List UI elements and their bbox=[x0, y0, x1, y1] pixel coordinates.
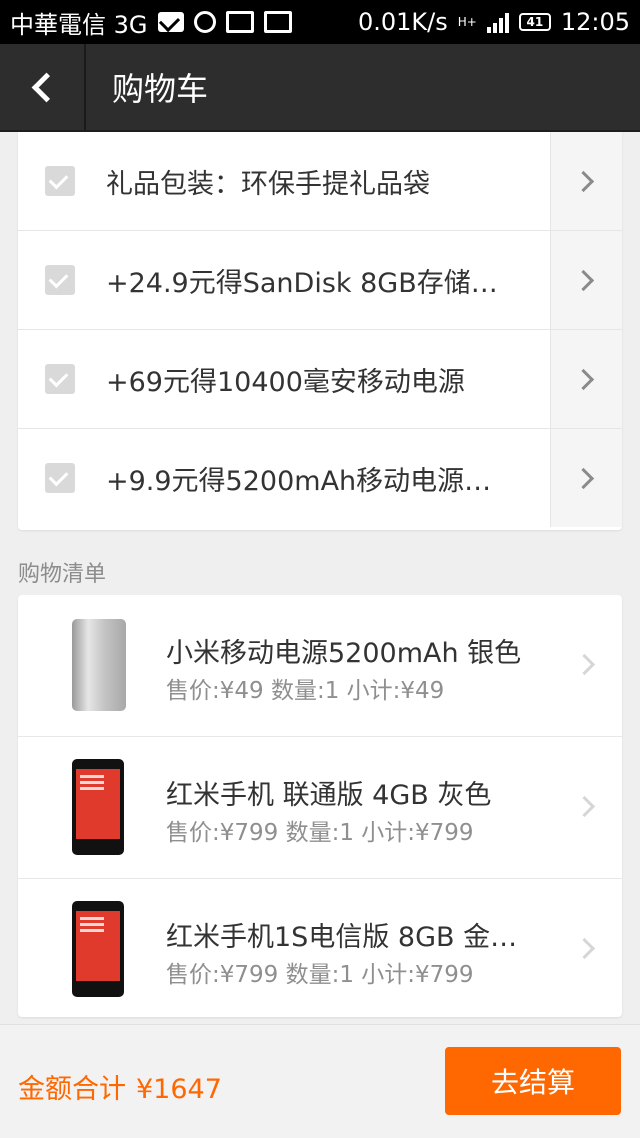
checkout-bar: 金额合计 ¥1647 去结算 bbox=[0, 1024, 640, 1138]
chevron-right-icon bbox=[573, 937, 596, 960]
chevron-right-icon bbox=[572, 170, 595, 192]
promotion-detail-button[interactable] bbox=[550, 330, 622, 428]
chevron-right-icon bbox=[572, 368, 595, 390]
chevron-right-icon bbox=[573, 795, 596, 818]
shopping-list-heading: 购物清单 bbox=[18, 562, 107, 587]
promotion-label: +24.9元得SanDisk 8GB存储… bbox=[106, 267, 498, 299]
status-bar: 中華電信 3G 0.01K/s H+ 41 12:05 bbox=[0, 0, 640, 44]
shopping-list-card: 小米移动电源5200mAh 银色 售价:¥49 数量:1 小计:¥49 红米手机… bbox=[18, 595, 622, 1017]
product-price-info: 售价:¥49 数量:1 小计:¥49 bbox=[166, 678, 445, 704]
order-total: 金额合计 ¥1647 bbox=[18, 1067, 222, 1106]
cart-item[interactable]: 红米手机 联通版 4GB 灰色 售价:¥799 数量:1 小计:¥799 bbox=[18, 737, 622, 879]
chat-notification-icon bbox=[193, 11, 216, 33]
promotion-detail-button[interactable] bbox=[550, 132, 622, 230]
promotion-row[interactable]: +24.9元得SanDisk 8GB存储… bbox=[18, 231, 622, 330]
chevron-right-icon bbox=[573, 653, 596, 676]
promotion-label: +9.9元得5200mAh移动电源… bbox=[106, 465, 492, 497]
network-speed: 0.01K/s bbox=[357, 8, 448, 36]
checkout-button[interactable]: 去结算 bbox=[445, 1047, 621, 1115]
promotion-row[interactable]: +69元得10400毫安移动电源 bbox=[18, 330, 622, 429]
signal-icon bbox=[486, 11, 509, 33]
product-image bbox=[48, 607, 150, 724]
cart-item[interactable]: 红米手机1S电信版 8GB 金… 售价:¥799 数量:1 小计:¥799 bbox=[18, 879, 622, 1020]
power-bank-image bbox=[72, 619, 126, 711]
promotion-row[interactable]: +9.9元得5200mAh移动电源… bbox=[18, 429, 622, 527]
promotion-detail-button[interactable] bbox=[550, 429, 622, 527]
promotion-label: 礼品包装：环保手提礼品袋 bbox=[106, 168, 430, 200]
sms-notification-icon bbox=[157, 12, 184, 32]
carrier-label: 中華電信 3G bbox=[10, 10, 148, 39]
promotion-row[interactable]: 礼品包装：环保手提礼品袋 bbox=[18, 132, 622, 231]
promotion-checkbox[interactable] bbox=[45, 364, 75, 394]
back-button[interactable] bbox=[0, 44, 86, 130]
clock: 12:05 bbox=[560, 8, 630, 36]
chevron-right-icon bbox=[572, 269, 595, 291]
promotion-label: +69元得10400毫安移动电源 bbox=[106, 366, 465, 398]
gmail-icon bbox=[225, 11, 254, 33]
product-name: 小米移动电源5200mAh 银色 bbox=[166, 638, 522, 669]
product-image bbox=[48, 891, 150, 1008]
back-arrow-icon bbox=[31, 72, 61, 102]
promotion-checkbox[interactable] bbox=[45, 463, 75, 493]
promotion-detail-button[interactable] bbox=[550, 231, 622, 329]
product-name: 红米手机 联通版 4GB 灰色 bbox=[166, 780, 492, 811]
network-type: H+ bbox=[457, 15, 477, 29]
phone-image bbox=[72, 901, 124, 997]
product-price-info: 售价:¥799 数量:1 小计:¥799 bbox=[166, 820, 474, 846]
total-label: 金额合计 bbox=[18, 1074, 126, 1105]
promotion-options-card: 礼品包装：环保手提礼品袋 +24.9元得SanDisk 8GB存储… +69元得… bbox=[18, 132, 622, 530]
phone-image bbox=[72, 759, 124, 855]
product-image bbox=[48, 749, 150, 866]
battery-icon: 41 bbox=[518, 13, 551, 31]
chevron-right-icon bbox=[572, 467, 595, 489]
app-header: 购物车 bbox=[0, 44, 640, 132]
gmail-icon bbox=[263, 11, 292, 33]
total-amount: ¥1647 bbox=[136, 1074, 222, 1105]
product-name: 红米手机1S电信版 8GB 金… bbox=[166, 922, 518, 953]
promotion-checkbox[interactable] bbox=[45, 265, 75, 295]
promotion-checkbox[interactable] bbox=[45, 166, 75, 196]
page-title: 购物车 bbox=[112, 70, 209, 108]
product-price-info: 售价:¥799 数量:1 小计:¥799 bbox=[166, 962, 474, 988]
cart-item[interactable]: 小米移动电源5200mAh 银色 售价:¥49 数量:1 小计:¥49 bbox=[18, 595, 622, 737]
